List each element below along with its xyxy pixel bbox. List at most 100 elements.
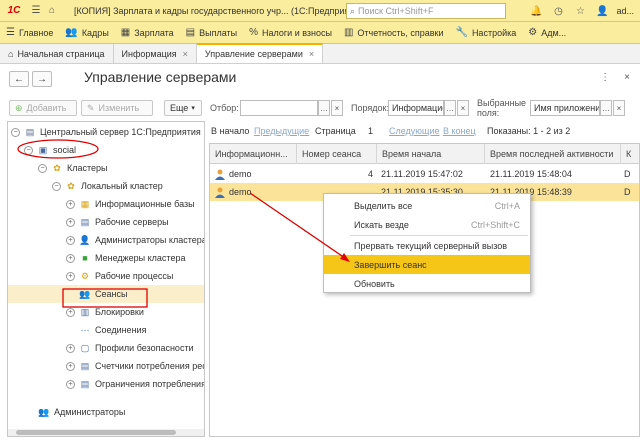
cell-number: 4 <box>367 169 373 179</box>
fields-clear-button[interactable]: × <box>613 100 625 116</box>
close-icon[interactable]: × <box>183 49 188 59</box>
section-reports[interactable]: ▥ Отчетность, справки <box>338 22 450 44</box>
filter-select-button[interactable]: … <box>318 100 330 116</box>
pencil-icon: ✎ <box>87 102 95 113</box>
section-settings[interactable]: 🔧 Настройка <box>449 22 522 44</box>
calculator-icon: ▦ <box>120 27 131 38</box>
tab-server-management[interactable]: Управление серверами × <box>196 43 324 63</box>
tree-label: social <box>53 145 77 155</box>
menu-item-interrupt-call[interactable]: Прервать текущий серверный вызов <box>324 236 530 255</box>
expand-icon[interactable]: + <box>66 253 75 263</box>
expand-icon[interactable]: + <box>66 217 75 227</box>
expand-icon[interactable]: + <box>66 343 75 353</box>
collapse-icon[interactable]: − <box>24 145 33 155</box>
tree-item-locks[interactable]: + ▥ Блокировки <box>8 303 204 321</box>
pager-first[interactable]: В начало <box>211 126 249 136</box>
tree-item-clusters[interactable]: − ✿ Кластеры <box>8 159 204 177</box>
table-row[interactable]: demo 4 21.11.2019 15:47:02 21.11.2019 15… <box>210 165 639 183</box>
add-button[interactable]: ⊕ Добавить <box>9 100 77 116</box>
section-admin[interactable]: ⚙ Адм... <box>522 22 572 44</box>
menu-item-end-session[interactable]: Завершить сеанс <box>324 255 530 274</box>
home-tab-icon: ⌂ <box>8 48 14 59</box>
pager-last[interactable]: В конец <box>443 126 476 136</box>
scroll-thumb[interactable] <box>16 430 176 435</box>
section-hr[interactable]: 👥 Кадры <box>59 22 114 44</box>
expand-icon[interactable]: + <box>66 271 75 281</box>
menu-icon: ☰ <box>6 27 15 38</box>
user-name[interactable]: ad... <box>616 6 634 16</box>
tab-home[interactable]: ⌂ Начальная страница <box>0 44 114 63</box>
filter-input[interactable] <box>240 100 318 116</box>
pager-prev[interactable]: Предыдущие <box>254 126 309 136</box>
tree-item-connections[interactable]: ⋯ Соединения <box>8 321 204 339</box>
collapse-icon[interactable]: − <box>11 127 20 137</box>
column-header[interactable]: Время начала <box>377 144 485 164</box>
cell-text: demo <box>229 169 252 179</box>
tree-item-work-servers[interactable]: + ▤ Рабочие серверы <box>8 213 204 231</box>
order-clear-button[interactable]: × <box>457 100 469 116</box>
menu-label: Прервать текущий серверный вызов <box>354 240 508 251</box>
tree-label: Профили безопасности <box>95 343 194 353</box>
section-payments[interactable]: ▤ Выплаты <box>180 22 243 44</box>
tree-item-resource-counters[interactable]: + ▤ Счетчики потребления ресурсов <box>8 357 204 375</box>
expand-icon[interactable]: + <box>66 235 75 245</box>
cluster-icon: ✿ <box>53 162 61 173</box>
collapse-icon[interactable]: − <box>52 181 61 191</box>
forward-button[interactable]: → <box>32 71 52 87</box>
expand-icon[interactable]: + <box>66 379 75 389</box>
tree-item-local-cluster[interactable]: − ✿ Локальный кластер <box>8 177 204 195</box>
column-header[interactable]: Номер сеанса <box>297 144 377 164</box>
tree-item-cluster-managers[interactable]: + ■ Менеджеры кластера <box>8 249 204 267</box>
edit-button[interactable]: ✎ Изменить <box>81 100 153 116</box>
menu-item-select-all[interactable]: Выделить все Ctrl+A <box>324 196 530 215</box>
menu-item-refresh[interactable]: Обновить <box>324 274 530 293</box>
home-icon[interactable]: ⌂ <box>44 3 60 19</box>
tree-label: Локальный кластер <box>81 181 163 191</box>
tree-item-social[interactable]: − ▣ social <box>8 141 204 159</box>
menu-item-search-everywhere[interactable]: Искать везде Ctrl+Shift+C <box>324 215 530 234</box>
tree-item-cluster-admins[interactable]: + 👤 Администраторы кластера <box>8 231 204 249</box>
section-salary[interactable]: ▦ Зарплата <box>115 22 180 44</box>
tree-horizontal-scrollbar[interactable] <box>8 429 204 436</box>
tab-label: Информация <box>121 48 177 59</box>
section-main[interactable]: ☰ Главное <box>0 22 59 44</box>
add-label: Добавить <box>26 103 67 113</box>
close-icon[interactable]: × <box>624 72 630 83</box>
filter-clear-button[interactable]: × <box>331 100 343 116</box>
expand-icon[interactable]: + <box>66 199 75 209</box>
history-icon[interactable]: ◷ <box>550 3 566 19</box>
column-header[interactable]: К <box>621 144 639 164</box>
tree-item-admins[interactable]: 👥 Администраторы <box>8 403 204 421</box>
more-actions-icon[interactable]: ⋮ <box>600 72 610 83</box>
tree-label: Кластеры <box>67 163 108 173</box>
tree-item-work-processes[interactable]: + ⚙ Рабочие процессы <box>8 267 204 285</box>
global-search-input[interactable]: ⌕ Поиск Ctrl+Shift+F <box>346 3 506 19</box>
fields-select-button[interactable]: … <box>600 100 612 116</box>
back-button[interactable]: ← <box>9 71 29 87</box>
column-header[interactable]: Время последней активности <box>485 144 621 164</box>
tree-item-sessions[interactable]: 👥 Сеансы <box>8 285 204 303</box>
plus-icon: ⊕ <box>15 102 23 113</box>
fields-input[interactable]: Имя приложени <box>530 100 600 116</box>
expand-icon[interactable]: + <box>66 361 75 371</box>
tree-item-central-server[interactable]: − ▤ Центральный сервер 1С:Предприятия <box>8 123 204 141</box>
pager-next[interactable]: Следующие <box>389 126 440 136</box>
section-taxes[interactable]: % Налоги и взносы <box>243 22 338 44</box>
expand-icon[interactable]: + <box>66 307 75 317</box>
server-tree[interactable]: − ▤ Центральный сервер 1С:Предприятия − ▣ so… <box>7 121 205 437</box>
connection-icon: ⋯ <box>80 324 90 335</box>
tree-item-infobases[interactable]: + ▦ Информационные базы <box>8 195 204 213</box>
more-button[interactable]: Еще ▾ <box>164 100 202 116</box>
app-menu-icon[interactable]: ☰ <box>28 3 44 19</box>
collapse-icon[interactable]: − <box>38 163 47 173</box>
tree-item-resource-limits[interactable]: + ▤ Ограничения потребления ресурсов <box>8 375 204 393</box>
bell-icon[interactable]: 🔔 <box>528 3 544 19</box>
user-icon[interactable]: 👤 <box>594 3 610 19</box>
close-icon[interactable]: × <box>309 49 314 59</box>
order-input[interactable]: Информацион <box>388 100 444 116</box>
tree-item-security-profiles[interactable]: + ▢ Профили безопасности <box>8 339 204 357</box>
column-header[interactable]: Информационн... <box>210 144 297 164</box>
star-icon[interactable]: ☆ <box>572 3 588 19</box>
tab-info[interactable]: Информация × <box>114 44 197 63</box>
order-select-button[interactable]: … <box>444 100 456 116</box>
